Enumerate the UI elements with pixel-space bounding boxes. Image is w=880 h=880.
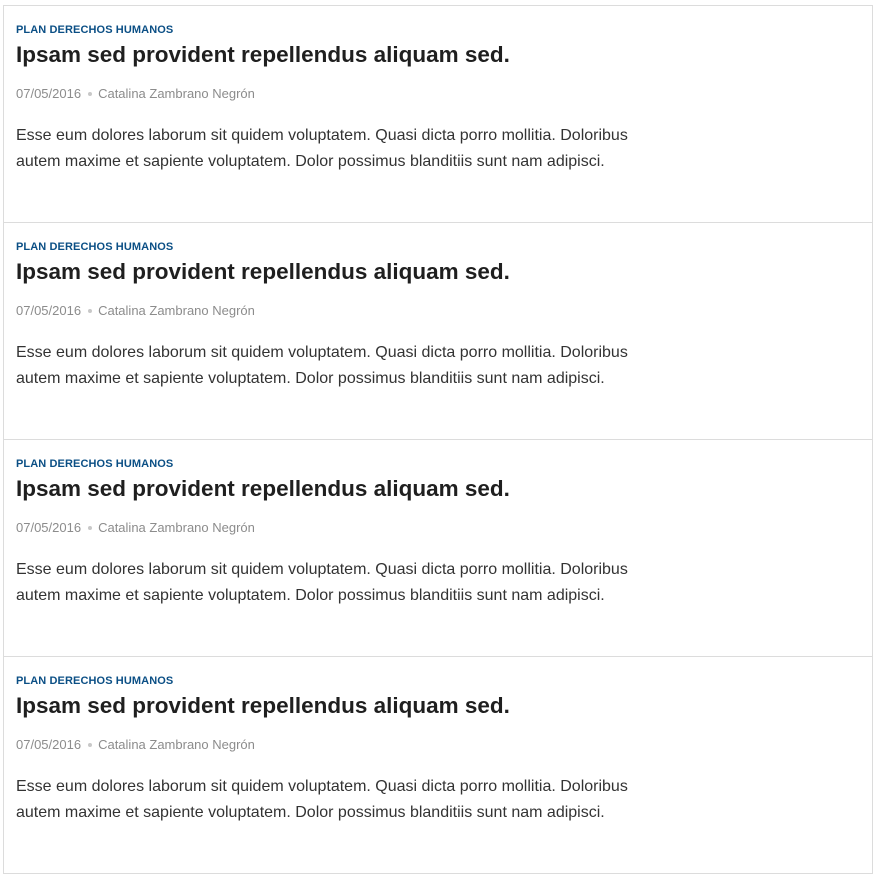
article-date: 07/05/2016: [16, 86, 82, 101]
article-date: 07/05/2016: [16, 303, 82, 318]
meta-separator-dot: [88, 308, 93, 313]
article-meta: 07/05/2016 Catalina Zambrano Negrón: [16, 86, 255, 101]
article-title[interactable]: Ipsam sed provident repellendus aliquam …: [16, 476, 510, 502]
article-card: PLAN DERECHOS HUMANOS Ipsam sed providen…: [4, 223, 872, 440]
article-excerpt: Esse eum dolores laborum sit quidem volu…: [16, 561, 628, 604]
article-date: 07/05/2016: [16, 737, 82, 752]
article-author[interactable]: Catalina Zambrano Negrón: [98, 303, 255, 318]
article-title[interactable]: Ipsam sed provident repellendus aliquam …: [16, 42, 510, 68]
article-date: 07/05/2016: [16, 520, 82, 535]
article-card: PLAN DERECHOS HUMANOS Ipsam sed providen…: [4, 657, 872, 874]
article-title[interactable]: Ipsam sed provident repellendus aliquam …: [16, 693, 510, 719]
article-author[interactable]: Catalina Zambrano Negrón: [98, 520, 255, 535]
article-meta: 07/05/2016 Catalina Zambrano Negrón: [16, 520, 255, 535]
article-excerpt: Esse eum dolores laborum sit quidem volu…: [16, 127, 628, 170]
article-category-link[interactable]: PLAN DERECHOS HUMANOS: [16, 675, 173, 687]
article-card: PLAN DERECHOS HUMANOS Ipsam sed providen…: [4, 6, 872, 223]
meta-separator-dot: [88, 91, 93, 96]
article-author[interactable]: Catalina Zambrano Negrón: [98, 737, 255, 752]
article-meta: 07/05/2016 Catalina Zambrano Negrón: [16, 737, 255, 752]
article-category-link[interactable]: PLAN DERECHOS HUMANOS: [16, 24, 173, 36]
article-excerpt: Esse eum dolores laborum sit quidem volu…: [16, 778, 628, 821]
article-category-link[interactable]: PLAN DERECHOS HUMANOS: [16, 241, 173, 253]
article-author[interactable]: Catalina Zambrano Negrón: [98, 86, 255, 101]
meta-separator-dot: [88, 525, 93, 530]
article-title[interactable]: Ipsam sed provident repellendus aliquam …: [16, 259, 510, 285]
article-category-link[interactable]: PLAN DERECHOS HUMANOS: [16, 458, 173, 470]
article-list: PLAN DERECHOS HUMANOS Ipsam sed providen…: [3, 5, 873, 874]
meta-separator-dot: [88, 742, 93, 747]
article-meta: 07/05/2016 Catalina Zambrano Negrón: [16, 303, 255, 318]
article-excerpt: Esse eum dolores laborum sit quidem volu…: [16, 344, 628, 387]
article-card: PLAN DERECHOS HUMANOS Ipsam sed providen…: [4, 440, 872, 657]
